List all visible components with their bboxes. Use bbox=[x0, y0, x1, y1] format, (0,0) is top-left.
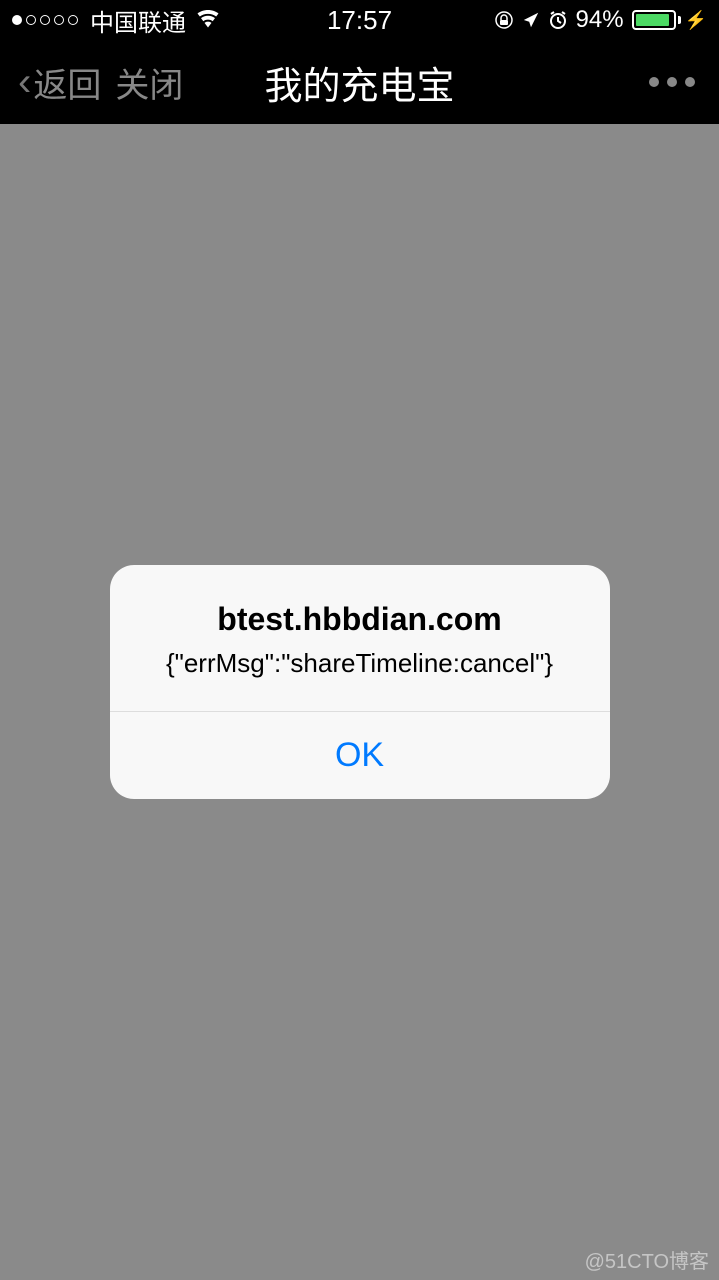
close-button[interactable]: 关闭 bbox=[115, 58, 183, 107]
page-title: 我的充电宝 bbox=[264, 55, 454, 110]
back-label: 返回 bbox=[33, 58, 101, 107]
alert-overlay: btest.hbbdian.com {"errMsg":"shareTimeli… bbox=[0, 124, 719, 1280]
battery-icon: ⚡ bbox=[632, 10, 707, 31]
status-left: 中国联通 bbox=[12, 3, 222, 38]
watermark: @51CTO博客 bbox=[585, 1245, 709, 1274]
close-label: 关闭 bbox=[115, 67, 183, 105]
alarm-icon bbox=[548, 10, 568, 30]
alert-actions: OK bbox=[110, 711, 610, 799]
orientation-lock-icon bbox=[494, 10, 514, 30]
navigation-bar: ‹ 返回 关闭 我的充电宝 bbox=[0, 40, 719, 124]
more-icon bbox=[685, 77, 695, 87]
carrier-label: 中国联通 bbox=[90, 3, 186, 38]
signal-strength-icon bbox=[12, 15, 78, 25]
charging-icon: ⚡ bbox=[685, 10, 707, 31]
nav-left: ‹ 返回 关闭 bbox=[18, 58, 183, 107]
more-icon bbox=[649, 77, 659, 87]
wifi-icon bbox=[194, 6, 222, 35]
content-area: btest.hbbdian.com {"errMsg":"shareTimeli… bbox=[0, 124, 719, 1280]
status-bar: 中国联通 17:57 94% bbox=[0, 0, 719, 40]
alert-dialog: btest.hbbdian.com {"errMsg":"shareTimeli… bbox=[110, 565, 610, 799]
alert-message: {"errMsg":"shareTimeline:cancel"} bbox=[138, 648, 582, 679]
status-right: 94% ⚡ bbox=[494, 6, 707, 34]
more-button[interactable] bbox=[649, 77, 695, 87]
location-icon bbox=[522, 11, 540, 29]
status-time: 17:57 bbox=[327, 5, 392, 36]
back-button[interactable]: ‹ 返回 bbox=[18, 58, 101, 107]
more-icon bbox=[667, 77, 677, 87]
alert-body: btest.hbbdian.com {"errMsg":"shareTimeli… bbox=[110, 565, 610, 711]
ok-button[interactable]: OK bbox=[110, 712, 610, 799]
battery-percent: 94% bbox=[576, 6, 624, 34]
alert-title: btest.hbbdian.com bbox=[138, 601, 582, 638]
chevron-left-icon: ‹ bbox=[18, 62, 31, 102]
